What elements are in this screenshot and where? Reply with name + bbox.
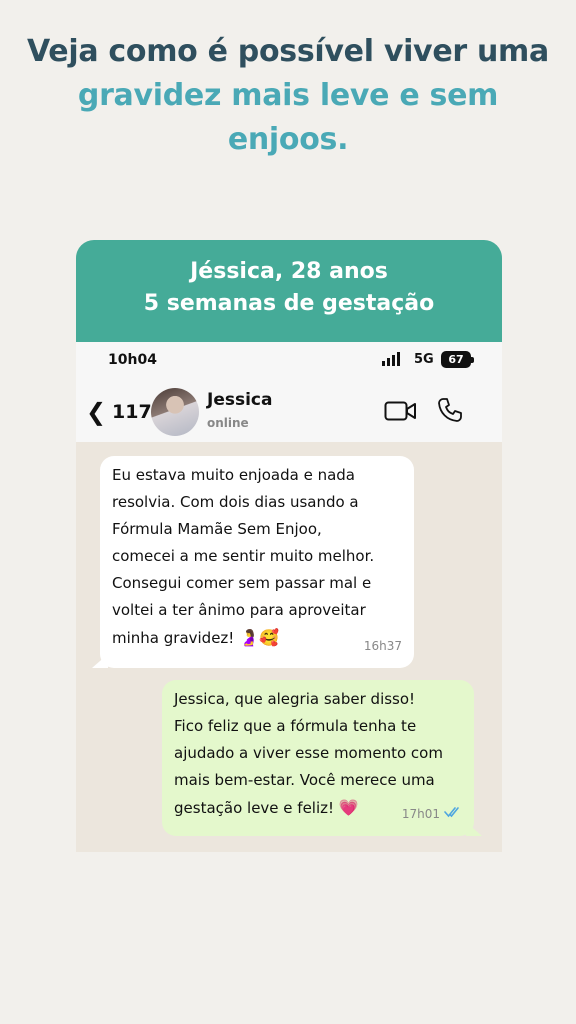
incoming-message-text: Eu estava muito enjoada e nada resolvia.… [112, 466, 375, 647]
phone-call-icon[interactable] [436, 396, 464, 428]
avatar[interactable] [151, 388, 199, 436]
testimonial-card: Jéssica, 28 anos 5 semanas de gestação 1… [76, 240, 502, 852]
card-title-name-age: Jéssica, 28 anos [190, 259, 388, 284]
chat-header: ❮ 117 Jessica online [76, 386, 502, 436]
contact-status: online [207, 416, 249, 430]
double-check-icon [444, 801, 462, 828]
outgoing-message-time: 17h01 [401, 807, 440, 821]
status-time: 10h04 [108, 352, 157, 368]
incoming-message-time: 16h37 [363, 639, 402, 653]
battery-level: 67 [448, 353, 464, 366]
status-bar: 10h04 5G 67 [76, 350, 502, 372]
unread-count[interactable]: 117 [112, 401, 152, 423]
incoming-message-bubble: Eu estava muito enjoada e nada resolvia.… [100, 456, 414, 668]
video-call-icon[interactable] [384, 399, 418, 427]
outgoing-message-bubble: Jessica, que alegria saber disso! Fico f… [162, 680, 474, 836]
phone-top: 10h04 5G 67 ❮ 117 Jessica online [76, 342, 502, 442]
headline: Veja como é possível viver uma gravidez … [0, 30, 576, 162]
contact-name[interactable]: Jessica [207, 390, 272, 410]
headline-line-2: gravidez mais leve e sem [77, 78, 499, 113]
signal-icon [382, 352, 400, 366]
card-header: Jéssica, 28 anos 5 semanas de gestação [76, 240, 502, 342]
incoming-message-meta: 16h37 [364, 633, 402, 660]
outgoing-message-meta: 17h01 [402, 801, 462, 828]
outgoing-message-emoji: 💗 [338, 798, 359, 817]
headline-line-1: Veja como é possível viver uma [27, 34, 549, 69]
card-title-weeks: 5 semanas de gestação [143, 291, 435, 316]
back-chevron-icon[interactable]: ❮ [86, 400, 106, 424]
chat-area: Eu estava muito enjoada e nada resolvia.… [76, 442, 502, 852]
battery-icon: 67 [441, 351, 474, 368]
incoming-message-emoji: 🤰🥰 [239, 628, 279, 647]
network-label: 5G [414, 352, 434, 367]
headline-line-3: enjoos. [227, 122, 349, 157]
